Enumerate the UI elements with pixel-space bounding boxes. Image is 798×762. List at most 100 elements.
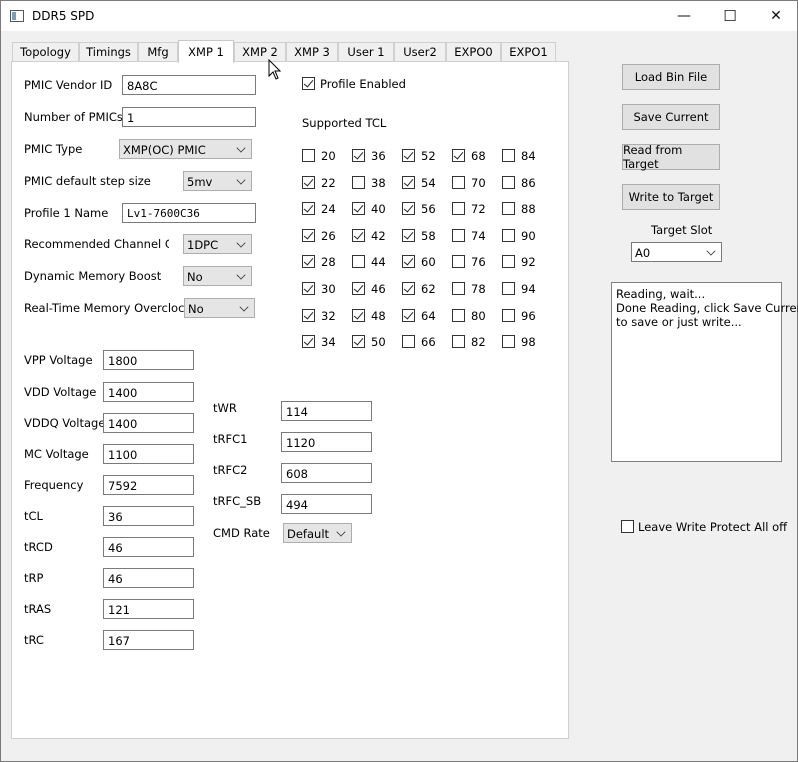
tcl-checkbox[interactable]: [402, 229, 415, 242]
tcl-checkbox[interactable]: [302, 229, 315, 242]
tcl-checkbox[interactable]: [502, 335, 515, 348]
close-button[interactable]: ✕: [753, 1, 798, 31]
field-label: MC Voltage: [24, 447, 89, 461]
tcl-value: 58: [421, 229, 436, 243]
field-input[interactable]: 46: [103, 568, 194, 588]
tcl-value: 38: [371, 176, 386, 190]
maximize-button[interactable]: ☐: [707, 1, 753, 31]
tcl-checkbox[interactable]: [402, 149, 415, 162]
field-input[interactable]: 36: [103, 506, 194, 526]
tcl-checkbox[interactable]: [452, 149, 465, 162]
tcl-checkbox[interactable]: [502, 255, 515, 268]
tcl-checkbox[interactable]: [402, 176, 415, 189]
timing-input[interactable]: 1120: [281, 432, 372, 452]
load-bin-button[interactable]: Load Bin File: [622, 64, 720, 90]
tab-mfg[interactable]: Mfg: [138, 42, 178, 61]
tcl-value: 86: [521, 176, 536, 190]
tcl-checkbox[interactable]: [452, 255, 465, 268]
tcl-checkbox[interactable]: [402, 335, 415, 348]
timing-input[interactable]: 114: [281, 401, 372, 421]
tcl-checkbox[interactable]: [302, 202, 315, 215]
tab-expo1[interactable]: EXPO1: [501, 42, 556, 61]
tcl-checkbox[interactable]: [502, 229, 515, 242]
chevron-down-icon: [236, 175, 246, 185]
tcl-checkbox[interactable]: [302, 335, 315, 348]
chevron-down-icon: [336, 527, 346, 537]
tcl-checkbox[interactable]: [352, 309, 365, 322]
field-input[interactable]: 46: [103, 537, 194, 557]
tcl-checkbox[interactable]: [452, 229, 465, 242]
timing-input[interactable]: 608: [281, 463, 372, 483]
field-input[interactable]: 7592: [103, 475, 194, 495]
tcl-checkbox[interactable]: [352, 202, 365, 215]
tcl-checkbox[interactable]: [402, 282, 415, 295]
field-input[interactable]: 1400: [103, 413, 194, 433]
supported-tcl-title: Supported TCL: [302, 116, 387, 130]
tcl-value: 24: [321, 202, 336, 216]
tab-expo0[interactable]: EXPO0: [446, 42, 501, 61]
pmic-type-select[interactable]: XMP(OC) PMIC: [119, 139, 252, 159]
tcl-value: 50: [371, 335, 386, 349]
channel-config-select[interactable]: 1DPC: [183, 234, 252, 254]
tcl-checkbox[interactable]: [302, 176, 315, 189]
tcl-checkbox[interactable]: [452, 309, 465, 322]
tab-timings[interactable]: Timings: [79, 42, 138, 61]
rt-oc-select[interactable]: No: [184, 298, 255, 318]
write-protect-checkbox[interactable]: [621, 520, 634, 533]
tab-xmp-3[interactable]: XMP 3: [286, 42, 338, 61]
profile-name-field[interactable]: Lv1-7600C36: [122, 203, 256, 223]
pmic-step-select[interactable]: 5mv: [183, 171, 252, 191]
tcl-checkbox[interactable]: [452, 176, 465, 189]
tcl-checkbox[interactable]: [502, 309, 515, 322]
tcl-checkbox[interactable]: [302, 282, 315, 295]
tcl-checkbox[interactable]: [402, 255, 415, 268]
tcl-checkbox[interactable]: [302, 309, 315, 322]
chevron-down-icon: [239, 302, 249, 312]
field-input[interactable]: 1400: [103, 382, 194, 402]
dyn-boost-select[interactable]: No: [183, 266, 252, 286]
tcl-checkbox[interactable]: [352, 176, 365, 189]
tcl-checkbox[interactable]: [502, 282, 515, 295]
tcl-value: 34: [321, 335, 336, 349]
tab-topology[interactable]: Topology: [12, 42, 79, 61]
save-current-button[interactable]: Save Current: [622, 104, 720, 130]
tcl-checkbox[interactable]: [402, 202, 415, 215]
tcl-checkbox[interactable]: [502, 149, 515, 162]
tcl-value: 68: [471, 149, 486, 163]
tcl-checkbox[interactable]: [452, 335, 465, 348]
field-input[interactable]: 121: [103, 599, 194, 619]
field-input[interactable]: 167: [103, 630, 194, 650]
tcl-checkbox[interactable]: [502, 202, 515, 215]
field-input[interactable]: 1800: [103, 350, 194, 370]
tcl-checkbox[interactable]: [452, 282, 465, 295]
tcl-checkbox[interactable]: [352, 282, 365, 295]
pmic-vendor-id-field[interactable]: 8A8C: [122, 75, 256, 95]
tcl-checkbox[interactable]: [502, 176, 515, 189]
num-pmics-field[interactable]: 1: [122, 107, 256, 127]
read-target-button[interactable]: Read from Target: [622, 143, 720, 171]
write-target-button[interactable]: Write to Target: [622, 184, 720, 210]
tcl-checkbox[interactable]: [352, 229, 365, 242]
field-input[interactable]: 1100: [103, 444, 194, 464]
cmd-rate-label: CMD Rate: [213, 526, 270, 540]
tcl-checkbox[interactable]: [352, 335, 365, 348]
tab-xmp-1[interactable]: XMP 1: [178, 40, 234, 63]
profile-enabled-checkbox[interactable]: [302, 77, 315, 90]
tcl-checkbox[interactable]: [352, 149, 365, 162]
timing-input[interactable]: 494: [281, 494, 372, 514]
status-log[interactable]: Reading, wait... Done Reading, click Save…: [611, 282, 798, 462]
tcl-value: 88: [521, 202, 536, 216]
tcl-checkbox[interactable]: [352, 255, 365, 268]
tcl-value: 60: [421, 255, 436, 269]
chevron-down-icon: [236, 238, 246, 248]
tcl-checkbox[interactable]: [452, 202, 465, 215]
minimize-button[interactable]: —: [661, 1, 707, 31]
tcl-value: 42: [371, 229, 386, 243]
target-slot-select[interactable]: A0: [631, 242, 722, 262]
tab-user-1[interactable]: User 1: [338, 42, 394, 61]
tab-user2[interactable]: User2: [394, 42, 446, 61]
cmd-rate-select[interactable]: Default: [283, 523, 352, 543]
tcl-checkbox[interactable]: [302, 255, 315, 268]
tcl-checkbox[interactable]: [302, 149, 315, 162]
tcl-checkbox[interactable]: [402, 309, 415, 322]
